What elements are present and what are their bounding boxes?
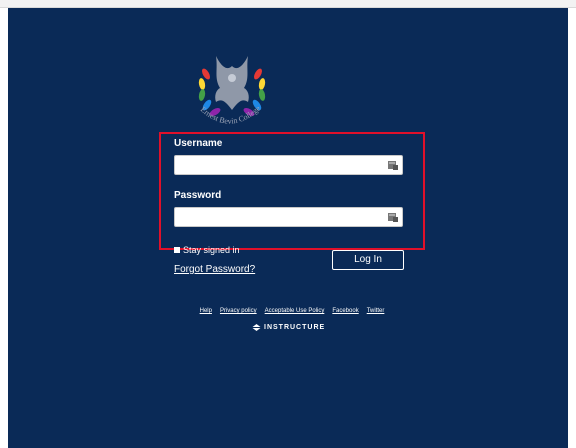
- password-manager-icon[interactable]: [388, 212, 398, 222]
- password-input[interactable]: [174, 207, 403, 227]
- username-label: Username: [174, 138, 223, 149]
- footer-links: Help Privacy policy Acceptable Use Polic…: [172, 308, 412, 314]
- college-logo: Ernest Bevin College: [186, 44, 278, 136]
- footer-link-facebook[interactable]: Facebook: [332, 308, 358, 314]
- footer-link-privacy-policy[interactable]: Privacy policy: [220, 308, 257, 314]
- instructure-brand-text: INSTRUCTURE: [264, 324, 326, 331]
- top-strip: [0, 0, 576, 8]
- footer-link-acceptable-use-policy[interactable]: Acceptable Use Policy: [265, 308, 325, 314]
- instructure-brand: INSTRUCTURE: [252, 324, 325, 331]
- forgot-password-link[interactable]: Forgot Password?: [174, 264, 255, 275]
- footer-link-help[interactable]: Help: [200, 308, 212, 314]
- stay-signed-in-checkbox[interactable]: [174, 247, 180, 253]
- password-label: Password: [174, 190, 222, 201]
- stay-signed-in-label: Stay signed in: [183, 245, 240, 255]
- phoenix-crest-icon: Ernest Bevin College: [199, 56, 266, 126]
- login-button[interactable]: Log In: [332, 250, 404, 270]
- password-manager-icon[interactable]: [388, 160, 398, 170]
- footer-link-twitter[interactable]: Twitter: [367, 308, 385, 314]
- username-input[interactable]: [174, 155, 403, 175]
- stay-signed-in-row[interactable]: Stay signed in: [174, 245, 240, 255]
- instructure-logo-icon: [252, 324, 261, 331]
